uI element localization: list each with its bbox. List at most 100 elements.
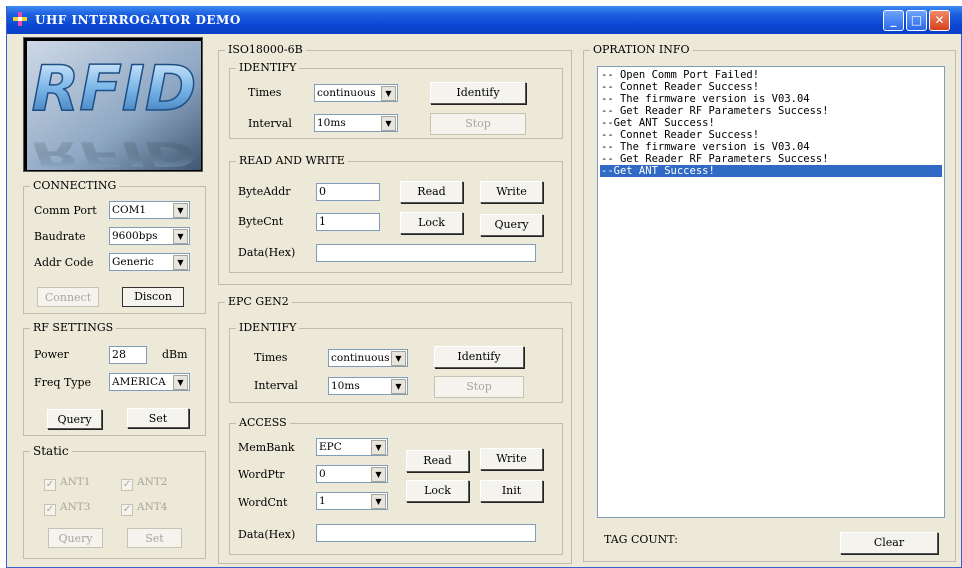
rf-query-button[interactable]: Query [47,409,102,429]
wordptr-label: WordPtr [238,468,285,481]
chevron-down-icon[interactable]: ▼ [371,467,386,482]
freq-type-select[interactable]: AMERICA ▼ [109,373,190,391]
epc-write-button[interactable]: Write [480,448,543,470]
chevron-down-icon[interactable]: ▼ [391,351,406,366]
rf-set-button[interactable]: Set [127,408,189,428]
byteaddr-input[interactable]: 0 [316,183,380,201]
iso-identify-group: IDENTIFY Times continuous ▼ Identify Int… [229,61,563,139]
ant1-checkbox[interactable]: ✓ ANT1 [44,476,90,491]
wordcnt-value: 1 [319,495,326,507]
connect-button[interactable]: Connect [37,287,99,307]
iso-query-button[interactable]: Query [480,214,543,236]
read-write-group: READ AND WRITE ByteAddr 0 Read Write Byt… [229,154,563,273]
byteaddr-label: ByteAddr [238,185,291,198]
baudrate-value: 9600bps [112,230,158,242]
log-line[interactable]: --Get ANT Success! [600,117,942,129]
power-input[interactable]: 28 [109,346,147,364]
comm-port-select[interactable]: COM1 ▼ [109,201,190,219]
access-group: ACCESS MemBank EPC ▼ WordPtr 0 ▼ WordCnt… [229,416,563,555]
app-window: UHF INTERROGATOR DEMO _ □ ✕ RFID RFID CO… [6,6,962,568]
operation-info-legend: OPRATION INFO [590,43,693,57]
title-bar[interactable]: UHF INTERROGATOR DEMO _ □ ✕ [7,6,962,34]
iso-group: ISO18000-6B IDENTIFY Times continuous ▼ … [218,43,572,285]
static-set-button[interactable]: Set [127,528,182,548]
minimize-icon[interactable]: _ [883,10,904,31]
log-line[interactable]: -- Connet Reader Success! [600,129,942,141]
ant4-label: ANT4 [137,501,168,513]
wordcnt-select[interactable]: 1 ▼ [316,492,388,510]
chevron-down-icon[interactable]: ▼ [371,440,386,455]
log-line[interactable]: -- The firmware version is V03.04 [600,93,942,105]
chevron-down-icon[interactable]: ▼ [391,379,406,394]
comm-port-value: COM1 [112,204,147,216]
check-icon: ✓ [121,479,133,491]
access-legend: ACCESS [236,416,290,430]
rf-settings-group: RF SETTINGS Power 28 dBm Freq Type AMERI… [23,321,206,436]
ant2-checkbox[interactable]: ✓ ANT2 [121,476,167,491]
iso-lock-button[interactable]: Lock [400,212,463,234]
baudrate-select[interactable]: 9600bps ▼ [109,227,190,245]
maximize-icon[interactable]: □ [906,10,927,31]
rf-settings-legend: RF SETTINGS [30,321,117,335]
discon-button[interactable]: Discon [122,287,184,307]
app-icon [13,12,27,26]
iso-times-label: Times [248,86,282,99]
wordcnt-label: WordCnt [238,496,288,509]
epc-read-button[interactable]: Read [406,450,469,472]
wordptr-value: 0 [319,468,326,480]
epc-init-button[interactable]: Init [480,480,543,502]
chevron-down-icon[interactable]: ▼ [173,203,188,218]
addr-code-label: Addr Code [34,256,94,269]
epc-interval-select[interactable]: 10ms ▼ [328,377,408,395]
iso-stop-button[interactable]: Stop [430,113,526,135]
bytecnt-input[interactable]: 1 [316,213,380,231]
read-write-legend: READ AND WRITE [236,154,348,168]
epc-data-input[interactable] [316,524,536,542]
ant1-label: ANT1 [60,476,91,488]
close-icon[interactable]: ✕ [929,10,950,31]
chevron-down-icon[interactable]: ▼ [173,255,188,270]
iso-interval-value: 10ms [317,117,346,129]
ant3-label: ANT3 [60,501,91,513]
window-title: UHF INTERROGATOR DEMO [35,13,241,27]
epc-group: EPC GEN2 IDENTIFY Times continuous ▼ Ide… [218,295,572,564]
iso-data-input[interactable] [316,244,536,262]
static-query-button[interactable]: Query [48,528,103,548]
ant4-checkbox[interactable]: ✓ ANT4 [121,501,167,516]
connecting-group: CONNECTING Comm Port COM1 ▼ Baudrate 960… [23,179,206,314]
chevron-down-icon[interactable]: ▼ [371,494,386,509]
log-line[interactable]: -- Get Reader RF Parameters Success! [600,105,942,117]
epc-times-select[interactable]: continuous ▼ [328,349,408,367]
operation-log-list[interactable]: -- Open Comm Port Failed! -- Connet Read… [597,66,945,518]
chevron-down-icon[interactable]: ▼ [381,86,396,101]
log-line[interactable]: -- Open Comm Port Failed! [600,69,942,81]
iso-times-value: continuous [317,87,376,99]
log-line[interactable]: -- Connet Reader Success! [600,81,942,93]
epc-legend: EPC GEN2 [225,295,292,309]
iso-identify-button[interactable]: Identify [430,82,526,104]
chevron-down-icon[interactable]: ▼ [173,375,188,390]
log-line-selected[interactable]: --Get ANT Success! [600,165,942,177]
epc-lock-button[interactable]: Lock [406,480,469,502]
iso-write-button[interactable]: Write [480,181,543,203]
membank-label: MemBank [238,441,295,454]
addr-code-select[interactable]: Generic ▼ [109,253,190,271]
iso-times-select[interactable]: continuous ▼ [314,84,398,102]
chevron-down-icon[interactable]: ▼ [173,229,188,244]
iso-identify-legend: IDENTIFY [236,61,300,75]
ant2-label: ANT2 [137,476,168,488]
wordptr-select[interactable]: 0 ▼ [316,465,388,483]
iso-interval-select[interactable]: 10ms ▼ [314,114,398,132]
iso-read-button[interactable]: Read [400,181,463,203]
clear-button[interactable]: Clear [840,532,938,554]
membank-select[interactable]: EPC ▼ [316,438,388,456]
check-icon: ✓ [121,504,133,516]
chevron-down-icon[interactable]: ▼ [381,116,396,131]
ant3-checkbox[interactable]: ✓ ANT3 [44,501,90,516]
membank-value: EPC [319,441,342,453]
epc-stop-button[interactable]: Stop [434,376,524,398]
log-line[interactable]: -- Get Reader RF Parameters Success! [600,153,942,165]
epc-identify-button[interactable]: Identify [434,346,524,368]
freq-type-value: AMERICA [112,376,166,388]
log-line[interactable]: -- The firmware version is V03.04 [600,141,942,153]
